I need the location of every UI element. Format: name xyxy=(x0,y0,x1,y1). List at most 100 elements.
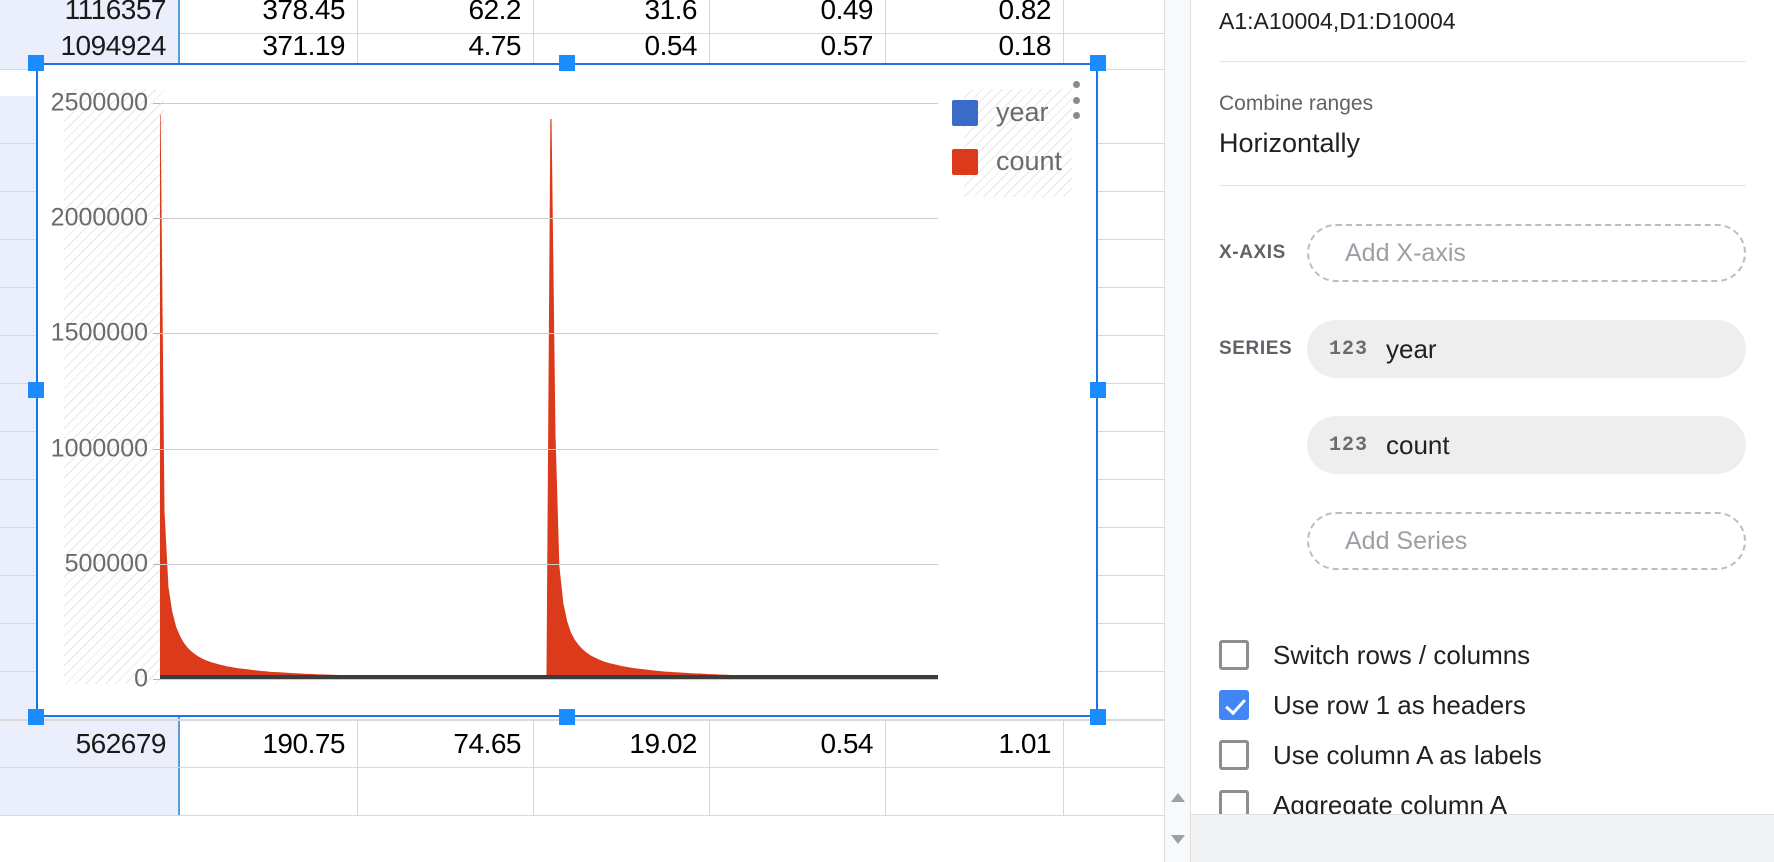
combine-ranges-label: Combine ranges xyxy=(1219,92,1374,115)
area-series-count xyxy=(160,114,938,679)
row-header-cell xyxy=(0,768,180,815)
series-chip-year[interactable]: 123 year xyxy=(1307,320,1746,378)
y-axis-tick-label: 0 xyxy=(134,664,148,693)
chart-legend: year count xyxy=(951,97,1062,195)
table-row[interactable]: 562679 190.75 74.65 19.02 0.54 1.01 xyxy=(0,720,1190,768)
y-tickmark xyxy=(153,103,160,104)
y-axis-tick-label: 2000000 xyxy=(50,203,148,232)
checkbox-label: Use column A as labels xyxy=(1273,739,1542,770)
table-cell[interactable]: 74.65 xyxy=(358,721,534,767)
y-tickmark xyxy=(153,333,160,335)
table-cell-empty[interactable] xyxy=(710,768,886,815)
resize-handle-middle-right[interactable] xyxy=(1090,382,1106,398)
add-x-axis-button[interactable]: Add X-axis xyxy=(1307,224,1746,282)
y-gridline xyxy=(160,333,938,335)
y-gridline xyxy=(160,448,938,450)
y-gridline xyxy=(160,103,938,104)
legend-label-year: year xyxy=(995,97,1049,127)
checkbox-box[interactable] xyxy=(1219,790,1249,814)
row-header-cell: 1094924 xyxy=(0,22,180,69)
table-cell-empty[interactable] xyxy=(180,768,358,815)
data-range-text[interactable]: A1:A10004,D1:D10004 xyxy=(1219,0,1746,35)
table-cell[interactable]: 19.02 xyxy=(534,721,710,767)
y-gridline xyxy=(160,679,938,680)
number-type-icon: 123 xyxy=(1329,337,1369,361)
panel-scroll-area: A1:A10004,D1:D10004 Combine ranges Horiz… xyxy=(1191,0,1774,814)
legend-swatch-count xyxy=(951,148,978,175)
legend-item-count[interactable]: count xyxy=(951,146,1062,177)
chevron-up-icon xyxy=(1171,792,1185,802)
y-gridline xyxy=(160,218,938,220)
series-tag: SERIES xyxy=(1219,338,1293,359)
scroll-down-button[interactable] xyxy=(1165,826,1191,852)
add-series-row: Add Series xyxy=(1307,512,1746,570)
checkbox-label: Aggregate column A xyxy=(1273,789,1508,815)
y-tickmark xyxy=(153,563,160,565)
scroll-up-button[interactable] xyxy=(1165,784,1191,810)
series-row-count: 123 count xyxy=(1307,416,1746,474)
checkbox-use-row-1-as-headers[interactable]: Use row 1 as headers xyxy=(1219,680,1746,730)
resize-handle-bottom-center[interactable] xyxy=(559,709,575,725)
chart-options-checkbox-group: Switch rows / columns Use row 1 as heade… xyxy=(1219,630,1746,814)
table-cell[interactable]: 0.57 xyxy=(710,22,886,69)
chart-plot-area: 0 500000 1000000 1500000 2000000 2500000 xyxy=(51,89,938,693)
panel-footer xyxy=(1191,814,1774,862)
y-gridline xyxy=(160,563,938,565)
hatch-pattern-left xyxy=(64,89,164,684)
chevron-down-icon xyxy=(1171,834,1185,844)
table-cell[interactable]: 1.01 xyxy=(886,721,1064,767)
checkbox-box[interactable] xyxy=(1219,740,1249,770)
series-chip-count[interactable]: 123 count xyxy=(1307,416,1746,474)
chart-object[interactable]: 0 500000 1000000 1500000 2000000 2500000 year… xyxy=(36,63,1098,717)
legend-item-year[interactable]: year xyxy=(951,97,1062,128)
chart-series-layer xyxy=(160,114,938,679)
resize-handle-top-left[interactable] xyxy=(28,55,44,71)
x-axis-tag: X-AXIS xyxy=(1219,242,1286,263)
divider xyxy=(1219,185,1746,186)
combine-ranges-value[interactable]: Horizontally xyxy=(1219,128,1746,159)
add-series-button[interactable]: Add Series xyxy=(1307,512,1746,570)
legend-swatch-year xyxy=(951,99,978,126)
chart-canvas: 0 500000 1000000 1500000 2000000 2500000 year… xyxy=(38,65,1096,715)
series-control: SERIES 123 year xyxy=(1219,320,1746,378)
y-tickmark xyxy=(153,218,160,220)
legend-label-count: count xyxy=(995,146,1062,176)
y-tickmark xyxy=(153,448,160,450)
table-cell-empty[interactable] xyxy=(358,768,534,815)
y-axis-tick-label: 1000000 xyxy=(50,434,148,463)
checkbox-aggregate-column-a[interactable]: Aggregate column A xyxy=(1219,780,1746,814)
resize-handle-top-right[interactable] xyxy=(1090,55,1106,71)
series-chip-label: count xyxy=(1386,429,1450,460)
resize-handle-top-center[interactable] xyxy=(559,55,575,71)
checkbox-switch-rows-columns[interactable]: Switch rows / columns xyxy=(1219,630,1746,680)
table-cell[interactable]: 4.75 xyxy=(358,22,534,69)
y-axis-tick-label: 500000 xyxy=(64,549,148,578)
app-root: 1116357 378.45 62.2 31.6 0.49 0.82 10949… xyxy=(0,0,1774,862)
chart-editor-panel: A1:A10004,D1:D10004 Combine ranges Horiz… xyxy=(1190,0,1774,862)
resize-handle-bottom-left[interactable] xyxy=(28,709,44,725)
table-cell[interactable]: 0.54 xyxy=(710,721,886,767)
y-axis-tick-label: 2500000 xyxy=(50,88,148,117)
divider xyxy=(1219,61,1746,62)
y-axis-tick-label: 1500000 xyxy=(50,318,148,347)
checkbox-label: Switch rows / columns xyxy=(1273,639,1531,670)
y-tickmark xyxy=(153,679,160,680)
checkbox-box[interactable] xyxy=(1219,690,1249,720)
resize-handle-middle-left[interactable] xyxy=(28,382,44,398)
table-row[interactable] xyxy=(0,768,1190,816)
checkbox-box[interactable] xyxy=(1219,640,1249,670)
checkbox-use-column-a-as-labels[interactable]: Use column A as labels xyxy=(1219,730,1746,780)
x-axis-control: X-AXIS Add X-axis xyxy=(1219,224,1746,282)
table-cell[interactable]: 0.18 xyxy=(886,22,1064,69)
table-cell[interactable]: 371.19 xyxy=(180,22,358,69)
sheet-vertical-scrollbar[interactable] xyxy=(1164,0,1190,862)
row-header-cell: 562679 xyxy=(0,721,180,767)
resize-handle-bottom-right[interactable] xyxy=(1090,709,1106,725)
table-cell-empty[interactable] xyxy=(886,768,1064,815)
number-type-icon: 123 xyxy=(1329,433,1369,457)
checkbox-label: Use row 1 as headers xyxy=(1273,689,1526,720)
series-chip-label: year xyxy=(1386,333,1437,364)
table-cell-empty[interactable] xyxy=(534,768,710,815)
table-cell[interactable]: 190.75 xyxy=(180,721,358,767)
kebab-menu-icon[interactable] xyxy=(1064,77,1088,123)
